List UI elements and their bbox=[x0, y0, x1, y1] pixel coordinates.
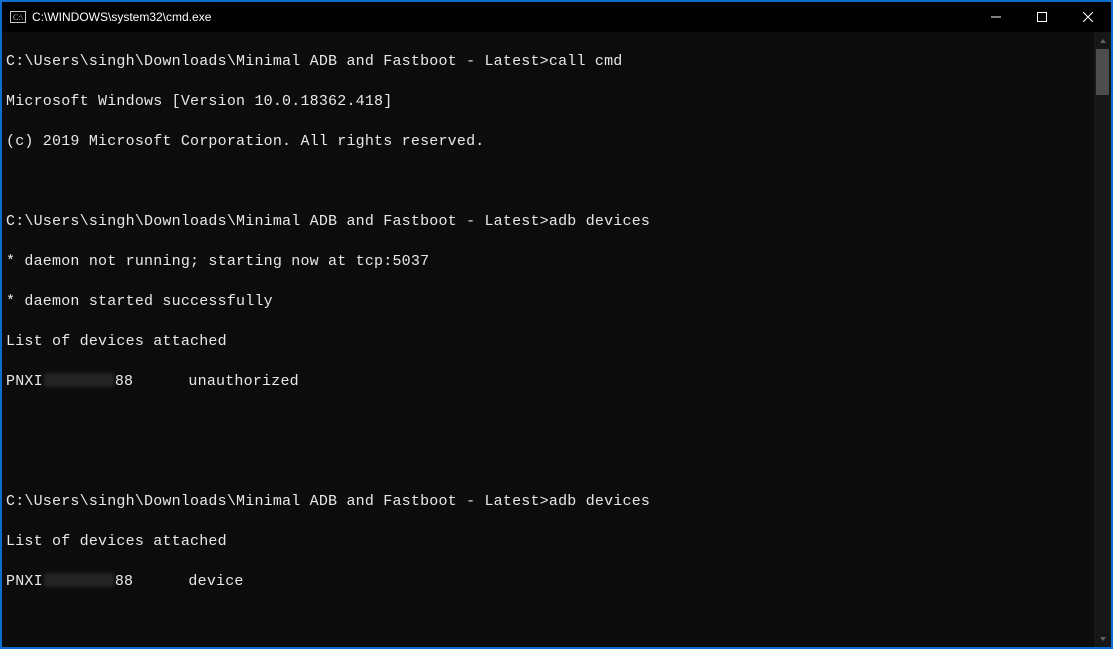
output-line: C:\Users\singh\Downloads\Minimal ADB and… bbox=[6, 52, 1094, 72]
window-title: C:\WINDOWS\system32\cmd.exe bbox=[32, 10, 211, 24]
output-line: List of devices attached bbox=[6, 532, 1094, 552]
output-line: * daemon started successfully bbox=[6, 292, 1094, 312]
vertical-scrollbar[interactable] bbox=[1094, 32, 1111, 647]
cmd-window: C:\ C:\WINDOWS\system32\cmd.exe C:\Users… bbox=[0, 0, 1113, 649]
scroll-up-button[interactable] bbox=[1094, 32, 1111, 49]
scroll-down-button[interactable] bbox=[1094, 630, 1111, 647]
redacted-serial bbox=[44, 373, 114, 387]
scroll-thumb[interactable] bbox=[1096, 49, 1109, 95]
titlebar[interactable]: C:\ C:\WINDOWS\system32\cmd.exe bbox=[2, 2, 1111, 32]
output-line bbox=[6, 172, 1094, 192]
client-area: C:\Users\singh\Downloads\Minimal ADB and… bbox=[2, 32, 1111, 647]
output-line: List of devices attached bbox=[6, 332, 1094, 352]
terminal-output[interactable]: C:\Users\singh\Downloads\Minimal ADB and… bbox=[2, 32, 1094, 647]
output-line: C:\Users\singh\Downloads\Minimal ADB and… bbox=[6, 212, 1094, 232]
output-line: Microsoft Windows [Version 10.0.18362.41… bbox=[6, 92, 1094, 112]
maximize-button[interactable] bbox=[1019, 2, 1065, 32]
output-line bbox=[6, 612, 1094, 632]
output-line: PNXI88 device bbox=[6, 572, 1094, 592]
cmd-icon: C:\ bbox=[10, 9, 26, 25]
output-line: (c) 2019 Microsoft Corporation. All righ… bbox=[6, 132, 1094, 152]
output-line bbox=[6, 452, 1094, 472]
minimize-button[interactable] bbox=[973, 2, 1019, 32]
redacted-serial bbox=[44, 573, 114, 587]
svg-text:C:\: C:\ bbox=[13, 13, 24, 22]
output-line bbox=[6, 412, 1094, 432]
close-button[interactable] bbox=[1065, 2, 1111, 32]
output-line: C:\Users\singh\Downloads\Minimal ADB and… bbox=[6, 492, 1094, 512]
output-line: PNXI88 unauthorized bbox=[6, 372, 1094, 392]
output-line: * daemon not running; starting now at tc… bbox=[6, 252, 1094, 272]
